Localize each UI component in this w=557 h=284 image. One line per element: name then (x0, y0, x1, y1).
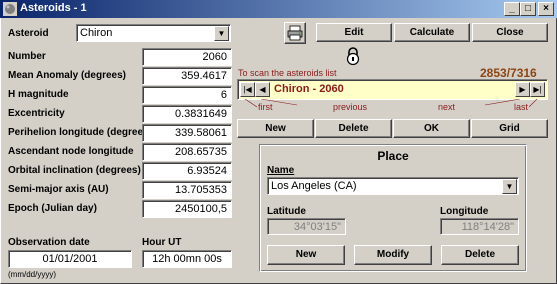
modify-place-button[interactable]: Modify (354, 245, 432, 265)
mean-anomaly-field[interactable]: 359.4617 (142, 67, 232, 85)
asteroid-selected-value: Chiron (80, 27, 113, 39)
excentricity-label: Excentricity (8, 108, 65, 119)
scan-hint: To scan the asteroids list (238, 68, 337, 78)
asteroid-select[interactable]: Chiron ▼ (76, 24, 231, 42)
place-name-value: Los Angeles (CA) (271, 180, 357, 192)
h-magnitude-label: H magnitude (8, 89, 69, 100)
next-caption: next (438, 102, 456, 112)
semi-major-axis-label: Semi-major axis (AU) (8, 184, 109, 195)
first-caption: first (258, 102, 273, 112)
longitude-label: Longitude (440, 206, 489, 217)
place-name-select[interactable]: Los Angeles (CA) ▼ (267, 177, 519, 195)
next-record-icon[interactable]: ▶ (515, 82, 530, 97)
excentricity-field[interactable]: 0.3831649 (142, 105, 232, 123)
observation-date-label: Observation date (8, 237, 90, 248)
current-record: Chiron - 2060 (274, 83, 344, 95)
place-name-label: Name (267, 165, 295, 176)
previous-record-icon[interactable]: ◀ (255, 82, 270, 97)
latitude-label: Latitude (267, 206, 306, 217)
ascendant-node-longitude-field[interactable]: 208.65735 (142, 143, 232, 161)
record-counter: 2853/7316 (480, 66, 537, 80)
previous-caption: previous (333, 102, 368, 112)
first-record-icon[interactable]: |◀ (240, 82, 255, 97)
semi-major-axis-field[interactable]: 13.705353 (142, 181, 232, 199)
title-bar: Asteroids - 1 _ □ × (0, 0, 557, 18)
perihelion-longitude-label: Perihelion longitude (degrees) (8, 127, 152, 138)
epoch-label: Epoch (Julian day) (8, 203, 97, 214)
place-title: Place (377, 149, 409, 163)
ascendant-node-longitude-label: Ascendant node longitude (8, 146, 134, 157)
last-record-icon[interactable]: ▶| (530, 82, 545, 97)
asteroid-label: Asteroid (8, 28, 49, 39)
orbital-inclination-label: Orbital inclination (degrees) (8, 165, 141, 176)
grid-button[interactable]: Grid (471, 119, 548, 138)
perihelion-longitude-field[interactable]: 339.58061 (142, 124, 232, 142)
nav-guide-lines (244, 99, 538, 108)
orbital-inclination-field[interactable]: 6.93524 (142, 162, 232, 180)
new-asteroid-button[interactable]: New (237, 119, 314, 138)
new-place-button[interactable]: New (267, 245, 345, 265)
maximize-button[interactable]: □ (520, 2, 536, 16)
observation-date-field[interactable]: 01/01/2001 (8, 250, 132, 268)
mean-anomaly-label: Mean Anomaly (degrees) (8, 70, 126, 81)
ok-button[interactable]: OK (393, 119, 470, 138)
longitude-field[interactable]: 118°14'28" (440, 218, 519, 235)
padlock-icon (346, 47, 360, 65)
hour-ut-label: Hour UT (142, 237, 182, 248)
minimize-button[interactable]: _ (504, 2, 520, 16)
edit-button[interactable]: Edit (316, 23, 392, 42)
latitude-field[interactable]: 34°03'15" (267, 218, 346, 235)
delete-place-button[interactable]: Delete (441, 245, 519, 265)
number-label: Number (8, 51, 46, 62)
printer-icon (287, 25, 303, 41)
close-button[interactable]: Close (472, 23, 548, 42)
asteroid-app-icon (3, 2, 17, 16)
number-field[interactable]: 2060 (142, 48, 232, 66)
print-button[interactable] (284, 22, 306, 44)
h-magnitude-field[interactable]: 6 (142, 86, 232, 104)
close-window-button[interactable]: × (538, 2, 554, 16)
date-format-hint: (mm/dd/yyyy) (8, 270, 56, 279)
epoch-field[interactable]: 2450100,5 (142, 200, 232, 218)
delete-asteroid-button[interactable]: Delete (315, 119, 392, 138)
chevron-down-icon[interactable]: ▼ (214, 26, 229, 41)
chevron-down-icon[interactable]: ▼ (502, 179, 517, 194)
calculate-button[interactable]: Calculate (394, 23, 470, 42)
last-caption: last (514, 102, 529, 112)
navigation-bar: |◀ ◀ Chiron - 2060 ▶ ▶| (237, 79, 548, 100)
hour-ut-field[interactable]: 12h 00mn 00s (142, 250, 232, 268)
window-title: Asteroids - 1 (20, 2, 87, 14)
